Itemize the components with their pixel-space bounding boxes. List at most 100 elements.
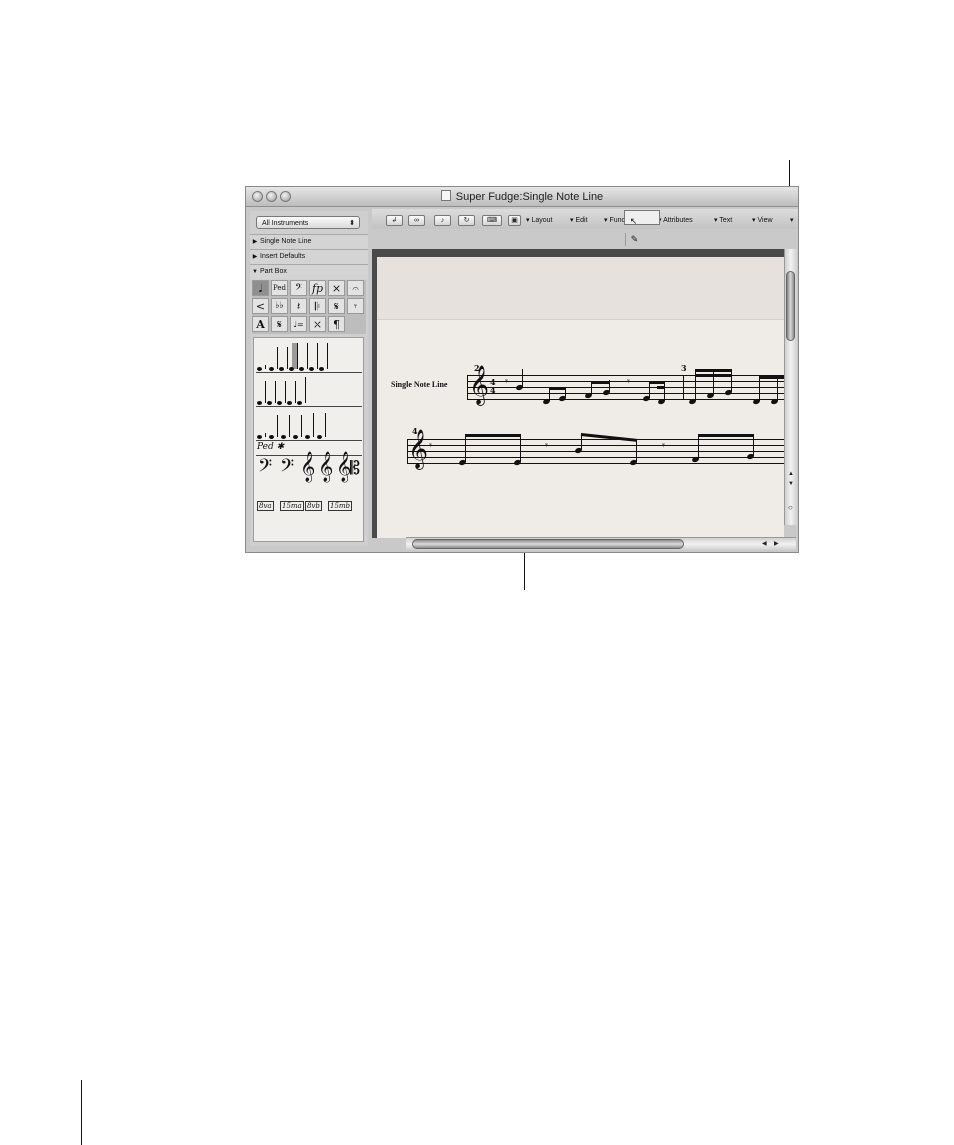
octave-8va-symbol[interactable]: 8va: [257, 501, 274, 511]
barline: [683, 375, 684, 400]
dotted-quarter-symbol[interactable]: [281, 415, 290, 439]
horizontal-scroll-thumb[interactable]: [412, 539, 684, 549]
note-beam: [657, 386, 665, 389]
scroll-down-arrow-icon[interactable]: ▼: [788, 481, 794, 487]
clef-group-button[interactable]: 𝄢: [290, 280, 307, 296]
text-group-button[interactable]: A: [252, 316, 269, 332]
quarter-note-symbol[interactable]: [279, 347, 288, 371]
lines-group-button[interactable]: ⤬: [309, 316, 326, 332]
score-toolbar: ↲ ∞ ♪ ↻ ⌨ ▣ ▾ Layout ▾ Edit ▾ Functions …: [372, 209, 798, 229]
triplet-quarter-symbol[interactable]: [267, 381, 276, 405]
zoom-slider-icon[interactable]: ○: [788, 503, 793, 512]
link-button[interactable]: ∞: [408, 215, 425, 226]
midi-note-icon: ♪: [440, 217, 445, 224]
rest-symbol-group-button[interactable]: 𝄾: [347, 298, 364, 314]
title-bar[interactable]: Super Fudge:Single Note Line: [246, 187, 798, 207]
note-beam: [465, 434, 521, 437]
note-beam: [759, 376, 784, 379]
pedal-group-button[interactable]: Ped: [271, 280, 288, 296]
dotted-whole-symbol[interactable]: [257, 433, 266, 439]
fermata-group-button[interactable]: 𝄐: [347, 280, 364, 296]
dotted-thirty-second-symbol[interactable]: [317, 413, 326, 439]
note-stem: [777, 377, 778, 401]
note-beam: [649, 381, 665, 384]
toolbar-overflow-icon[interactable]: ▾: [790, 216, 794, 224]
bass-clef-8vb-symbol[interactable]: 𝄢: [258, 456, 272, 481]
score-window: Super Fudge:Single Note Line All Instrum…: [245, 186, 799, 553]
horizontal-scrollbar[interactable]: ◀ ▶: [406, 537, 796, 550]
note-stem: [636, 439, 637, 462]
catch-button[interactable]: ↻: [458, 215, 475, 226]
octave-15ma-symbol[interactable]: 15ma: [280, 501, 304, 511]
triplet-half-symbol[interactable]: [257, 381, 266, 405]
pedal-symbol[interactable]: Ped ✱: [257, 442, 284, 452]
palette-row-notes: [256, 340, 362, 373]
thirty-second-note-symbol[interactable]: [309, 343, 318, 371]
document-icon: [440, 190, 451, 201]
octave-15mb-symbol[interactable]: 15mb: [328, 501, 353, 511]
note-stem: [664, 381, 665, 401]
alto-clef-symbol[interactable]: 𝄡: [350, 458, 360, 479]
tool-menus: ↖✎: [624, 210, 660, 246]
octave-8vb-symbol[interactable]: 8vb: [305, 501, 322, 511]
vertical-scroll-thumb[interactable]: [786, 271, 795, 341]
score-inspector: All Instruments ⬍ ▶ Single Note Line ▶ Ins…: [250, 211, 368, 546]
attributes-menu[interactable]: ▾ Attributes: [658, 216, 693, 224]
dotted-half-symbol[interactable]: [269, 415, 278, 439]
scroll-right-arrow-icon[interactable]: ▶: [774, 540, 779, 547]
step-input-button[interactable]: ⌨: [482, 215, 502, 226]
coda-group-button[interactable]: 𝄋: [271, 316, 288, 332]
view-menu[interactable]: ▾ View: [752, 216, 773, 224]
note-stem: [753, 435, 754, 456]
keyboard-icon: ⌨: [486, 217, 498, 224]
note-beam: [695, 374, 732, 377]
tempo-group-button[interactable]: ♩=: [290, 316, 307, 332]
dotted-eighth-symbol[interactable]: [293, 415, 302, 439]
accidentals-group-button[interactable]: ♭♭: [271, 298, 288, 314]
popup-arrows-icon: ⬍: [349, 220, 355, 227]
rests-group-button[interactable]: 𝄽: [290, 298, 307, 314]
midi-out-button[interactable]: ♪: [434, 215, 451, 226]
link-up-button[interactable]: ↲: [386, 215, 403, 226]
edit-menu[interactable]: ▾ Edit: [570, 216, 588, 224]
sixteenth-note-symbol[interactable]: [299, 343, 308, 371]
eighth-note-symbol[interactable]: [289, 343, 298, 371]
instrument-set-popup[interactable]: All Instruments ⬍: [256, 216, 360, 229]
section-single-note-line[interactable]: ▶ Single Note Line: [250, 234, 368, 249]
text-menu[interactable]: ▾ Text: [714, 216, 732, 224]
bass-clef-symbol[interactable]: 𝄢: [280, 456, 294, 481]
note-stem: [698, 435, 699, 459]
score-page[interactable]: Single Note Line 2 3 𝄞 44 𝄾 𝄾 4 𝄞 𝄾 𝄾 𝄾: [377, 257, 784, 538]
note-beam: [591, 381, 610, 384]
noteheads-group-button[interactable]: ×: [328, 280, 345, 296]
treble-clef-symbol[interactable]: 𝄞: [318, 452, 333, 483]
hairpin-group-button[interactable]: <: [252, 298, 269, 314]
section-part-box[interactable]: ▼ Part Box: [250, 264, 368, 279]
notes-group-button[interactable]: 𝅘𝅥: [252, 280, 269, 296]
eighth-rest: 𝄾: [627, 375, 630, 388]
triplet-thirty-second-symbol[interactable]: [297, 377, 306, 405]
page-icon: ▣: [511, 217, 518, 224]
scroll-up-arrow-icon[interactable]: ▲: [788, 471, 794, 477]
page-view-button[interactable]: ▣: [508, 215, 521, 226]
half-note-symbol[interactable]: [269, 347, 278, 371]
vertical-scrollbar[interactable]: ▲ ▼ ○: [784, 249, 797, 525]
triplet-eighth-symbol[interactable]: [277, 381, 286, 405]
dotted-sixteenth-symbol[interactable]: [305, 413, 314, 439]
paragraph-group-button[interactable]: ¶: [328, 316, 345, 332]
score-header-area: [377, 257, 784, 320]
palette-row-dotted: [256, 408, 362, 441]
segno-group-button[interactable]: 𝄋: [328, 298, 345, 314]
scroll-left-arrow-icon[interactable]: ◀: [762, 540, 767, 547]
whole-note-symbol[interactable]: [257, 365, 266, 371]
sixty-fourth-note-symbol[interactable]: [319, 343, 328, 371]
section-insert-defaults[interactable]: ▶ Insert Defaults: [250, 249, 368, 264]
part-box-palette: Ped ✱ 𝄢 𝄢 𝄞 𝄞 𝄞 𝄡 8va 15ma 8vb 15mb: [253, 337, 364, 542]
pointer-tool-icon[interactable]: ↖: [625, 215, 642, 228]
dynamics-group-button[interactable]: fp: [309, 280, 326, 296]
treble-clef-8va-symbol[interactable]: 𝄞: [300, 452, 315, 483]
pencil-tool-icon[interactable]: ✎: [625, 233, 643, 246]
layout-menu[interactable]: ▾ Layout: [526, 216, 553, 224]
repeats-group-button[interactable]: 𝄆: [309, 298, 326, 314]
triplet-sixteenth-symbol[interactable]: [287, 381, 296, 405]
